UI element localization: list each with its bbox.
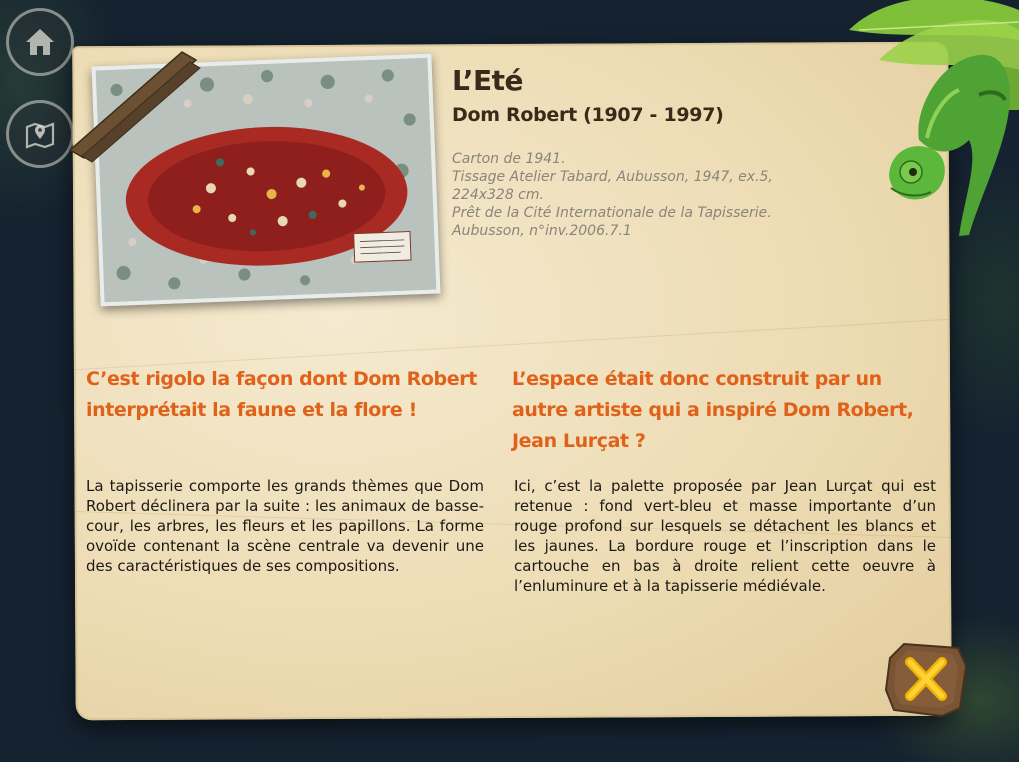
- answer-left: La tapisserie comporte les grands thèmes…: [86, 477, 484, 575]
- detail-line: 224x328 cm.: [452, 187, 544, 203]
- detail-line: Carton de 1941.: [452, 151, 566, 167]
- artwork-details: Carton de 1941. Tissage Atelier Tabard, …: [452, 150, 852, 240]
- home-button[interactable]: [6, 8, 74, 76]
- home-icon: [26, 29, 54, 55]
- artwork-title: L’Eté: [452, 64, 524, 97]
- map-button[interactable]: [6, 100, 74, 168]
- detail-line: Aubusson, n°inv.2006.7.1: [452, 223, 632, 239]
- question-right: L’espace était donc construit par un aut…: [512, 368, 914, 452]
- map-location-icon: [25, 122, 55, 149]
- artist-name: Dom Robert (1907 - 1997): [452, 104, 724, 126]
- detail-line: Tissage Atelier Tabard, Aubusson, 1947, …: [452, 169, 773, 185]
- answer-right: Ici, c’est la palette proposée par Jean …: [514, 477, 936, 595]
- tapestry-image: [91, 53, 441, 307]
- detail-line: Prêt de la Cité Internationale de la Tap…: [452, 205, 772, 221]
- close-x-icon: [884, 642, 968, 718]
- close-button[interactable]: [884, 640, 968, 718]
- question-left: C’est rigolo la façon dont Dom Robert in…: [86, 368, 477, 421]
